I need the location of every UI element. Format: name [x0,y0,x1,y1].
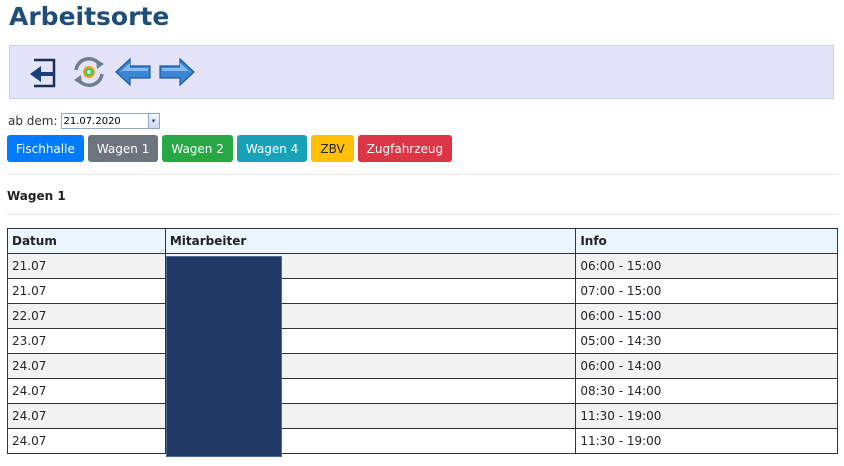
wagen-2-button[interactable]: Wagen 2 [162,135,233,162]
table-row: 24.07 11:30 - 19:00 [7,428,838,454]
date-cell: 22.07 [7,303,166,329]
table-row: 22.07 06:00 - 15:00 [7,303,838,329]
column-header-info: Info [575,228,838,254]
location-buttons: Fischhalle Wagen 1 Wagen 2 Wagen 4 ZBV Z… [7,135,456,162]
toolbar [9,45,834,99]
info-cell: 07:00 - 15:00 [575,278,838,304]
table-row: 24.07 08:30 - 14:00 [7,378,838,404]
divider [7,214,838,215]
table-row: 21.07 06:00 - 15:00 [7,253,838,279]
info-cell: 06:00 - 14:00 [575,353,838,379]
section-title: Wagen 1 [7,189,66,203]
date-cell: 24.07 [7,353,166,379]
date-cell: 24.07 [7,378,166,404]
wagen-1-button[interactable]: Wagen 1 [87,135,159,162]
date-cell: 24.07 [7,403,166,429]
info-cell: 08:30 - 14:00 [575,378,838,404]
column-header-date: Datum [7,228,166,254]
date-cell: 24.07 [7,428,166,454]
divider [7,174,838,175]
zbv-button[interactable]: ZBV [311,135,354,162]
wagen-4-button[interactable]: Wagen 4 [236,135,308,162]
table-header-row: Datum Mitarbeiter Info [7,228,838,254]
info-cell: 11:30 - 19:00 [575,428,838,454]
info-cell: 05:00 - 14:30 [575,328,838,354]
fischhalle-button[interactable]: Fischhalle [7,135,84,162]
table-row: 21.07 07:00 - 15:00 [7,278,838,304]
arrow-left-icon[interactable] [114,54,152,90]
page-title: Arbeitsorte [9,2,170,31]
date-cell: 21.07 [7,278,166,304]
column-header-employee: Mitarbeiter [164,228,577,254]
info-cell: 11:30 - 19:00 [575,403,838,429]
date-filter: ab dem: ▾ [8,113,160,129]
zugfahrzeug-button[interactable]: Zugfahrzeug [357,135,453,162]
date-label: ab dem: [8,114,58,128]
exit-icon[interactable] [28,54,58,90]
date-cell: 21.07 [7,253,166,279]
date-input[interactable] [60,113,149,129]
refresh-icon[interactable] [70,54,108,90]
date-picker-button[interactable]: ▾ [148,113,160,129]
redacted-block [166,256,282,457]
info-cell: 06:00 - 15:00 [575,303,838,329]
arrow-right-icon[interactable] [158,54,196,90]
table-row: 24.07 06:00 - 14:00 [7,353,838,379]
schedule-table: Datum Mitarbeiter Info 21.07 06:00 - 15:… [7,228,838,454]
info-cell: 06:00 - 15:00 [575,253,838,279]
table-row: 24.07 11:30 - 19:00 [7,403,838,429]
table-row: 23.07 05:00 - 14:30 [7,328,838,354]
date-cell: 23.07 [7,328,166,354]
